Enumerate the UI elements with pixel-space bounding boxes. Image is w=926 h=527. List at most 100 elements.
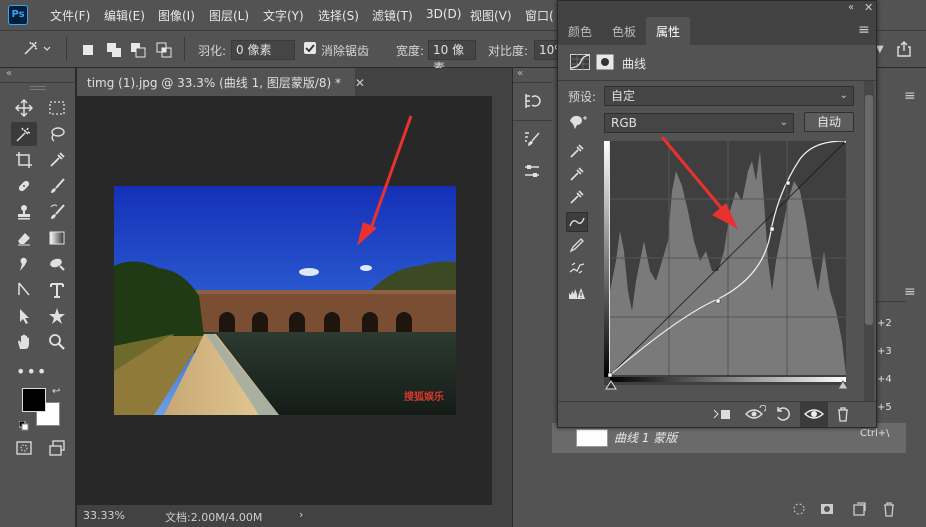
move-tool-icon[interactable] (11, 96, 37, 120)
layer-name[interactable]: 曲线 1 蒙版 (614, 429, 677, 446)
visibility-toggle-icon[interactable] (800, 401, 828, 427)
view-previous-state-icon[interactable] (744, 404, 767, 426)
lasso-tool-icon[interactable] (44, 122, 70, 146)
panel-menu-icon[interactable]: ≡ (904, 284, 916, 300)
channel-shortcut: +5 (877, 402, 892, 413)
swap-colors-icon[interactable]: ↩ (52, 386, 60, 397)
quick-selection-tool-icon[interactable] (11, 122, 37, 146)
width-input[interactable]: 10 像素 (428, 40, 476, 75)
smooth-curve-icon[interactable] (566, 258, 588, 278)
brush-settings-panel-icon[interactable] (523, 130, 541, 151)
menu-3d[interactable]: 3D(D) (426, 7, 461, 21)
grip-icon[interactable] (30, 86, 46, 90)
menu-type[interactable]: 文字(Y) (263, 7, 304, 24)
quick-selection-preset-icon[interactable] (22, 39, 52, 62)
load-selection-icon[interactable] (792, 502, 806, 519)
default-colors-icon[interactable] (18, 420, 29, 431)
contrast-input[interactable]: 10% (534, 40, 558, 60)
foreground-color-swatch[interactable] (22, 388, 46, 412)
dodge-tool-icon[interactable] (44, 252, 70, 276)
curves-adjustment-icon[interactable] (570, 54, 590, 73)
set-white-point-icon[interactable] (566, 187, 588, 207)
gradient-tool-icon[interactable] (44, 226, 70, 250)
panel-icon-dock: « (512, 68, 553, 527)
marquee-tool-icon[interactable] (44, 96, 70, 120)
menu-filter[interactable]: 滤镜(T) (372, 7, 413, 24)
targeted-adjustment-icon[interactable] (568, 113, 588, 134)
trash-icon[interactable] (836, 406, 850, 425)
hand-tool-icon[interactable] (11, 330, 37, 354)
collapse-icon[interactable]: « (6, 68, 12, 79)
menu-window[interactable]: 窗口( (525, 7, 554, 24)
healing-brush-tool-icon[interactable] (11, 174, 37, 198)
contrast-label: 对比度: (488, 44, 529, 58)
photoshop-logo: Ps (8, 5, 28, 25)
path-selection-tool-icon[interactable] (11, 278, 37, 302)
set-black-point-icon[interactable] (566, 141, 588, 161)
panel-title-bar[interactable]: « ✕ (558, 1, 876, 17)
trash-icon[interactable] (882, 501, 896, 520)
add-to-selection-icon[interactable] (104, 40, 124, 60)
type-tool-icon[interactable] (44, 278, 70, 302)
zoom-tool-icon[interactable] (44, 330, 70, 354)
auto-button[interactable]: 自动 (804, 112, 854, 132)
scrollbar[interactable] (864, 81, 874, 401)
brush-tool-icon[interactable] (44, 174, 70, 198)
screen-mode-icon[interactable] (44, 436, 70, 460)
smudge-tool-icon[interactable] (11, 252, 37, 276)
menu-file[interactable]: 文件(F) (50, 7, 90, 24)
more-tools-icon[interactable]: ••• (16, 362, 47, 381)
clipping-warning-icon[interactable] (566, 283, 588, 303)
collapse-icon[interactable]: « (517, 68, 523, 79)
panel-menu-icon[interactable]: ≡ (858, 22, 870, 38)
set-gray-point-icon[interactable] (566, 164, 588, 184)
chevron-right-icon[interactable]: › (299, 508, 303, 521)
new-channel-icon[interactable] (852, 502, 866, 519)
panel-menu-icon[interactable]: ≡ (904, 88, 916, 104)
scrollbar-thumb[interactable] (865, 95, 873, 325)
subtract-from-selection-icon[interactable] (128, 40, 148, 60)
menu-image[interactable]: 图像(I) (158, 7, 195, 24)
chevron-down-icon[interactable]: ▼ (876, 44, 884, 55)
edit-points-icon[interactable] (566, 212, 588, 232)
layer-mask-icon[interactable] (596, 54, 614, 73)
crop-tool-icon[interactable] (11, 148, 37, 172)
eyedropper-tool-icon[interactable] (44, 148, 70, 172)
feather-input[interactable]: 0 像素 (231, 40, 295, 60)
menu-edit[interactable]: 编辑(E) (104, 7, 145, 24)
menu-layer[interactable]: 图层(L) (209, 7, 249, 24)
draw-curve-icon[interactable] (566, 235, 588, 255)
close-icon[interactable]: ✕ (864, 1, 873, 14)
zoom-level[interactable]: 33.33% (83, 509, 125, 522)
menu-view[interactable]: 视图(V) (470, 7, 512, 24)
add-mask-icon[interactable] (820, 502, 834, 519)
layer-mask-thumbnail[interactable] (576, 429, 608, 447)
document-tab[interactable]: timg (1).jpg @ 33.3% (曲线 1, 图层蒙版/8) * ✕ (77, 68, 365, 96)
channel-shortcut: Ctrl+\ (860, 428, 890, 439)
tab-color[interactable]: 颜色 (558, 17, 602, 45)
clone-stamp-tool-icon[interactable] (11, 200, 37, 224)
canvas-area[interactable]: 搜狐娱乐 (77, 96, 492, 505)
tab-properties[interactable]: 属性 (646, 17, 691, 45)
new-selection-icon[interactable] (78, 40, 98, 60)
annotation-arrow (357, 115, 413, 246)
eraser-tool-icon[interactable] (11, 226, 37, 250)
custom-shape-tool-icon[interactable] (44, 304, 70, 328)
antialias-checkbox[interactable] (304, 42, 316, 54)
history-panel-icon[interactable] (523, 92, 541, 113)
quick-mask-icon[interactable] (11, 436, 37, 460)
history-brush-tool-icon[interactable] (44, 200, 70, 224)
reset-icon[interactable] (774, 405, 792, 426)
tab-swatches[interactable]: 色板 (602, 17, 646, 45)
channel-shortcut: +2 (877, 318, 892, 329)
collapse-icon[interactable]: « (848, 2, 854, 13)
close-icon[interactable]: ✕ (355, 76, 365, 90)
adjustments-panel-icon[interactable] (523, 162, 541, 183)
menu-select[interactable]: 选择(S) (318, 7, 359, 24)
clip-to-layer-icon[interactable] (712, 406, 732, 425)
intersect-selection-icon[interactable] (154, 40, 174, 60)
curve-sliders[interactable] (604, 377, 854, 391)
width-label: 宽度: (396, 44, 425, 58)
share-icon[interactable] (895, 40, 913, 61)
direct-selection-tool-icon[interactable] (11, 304, 37, 328)
